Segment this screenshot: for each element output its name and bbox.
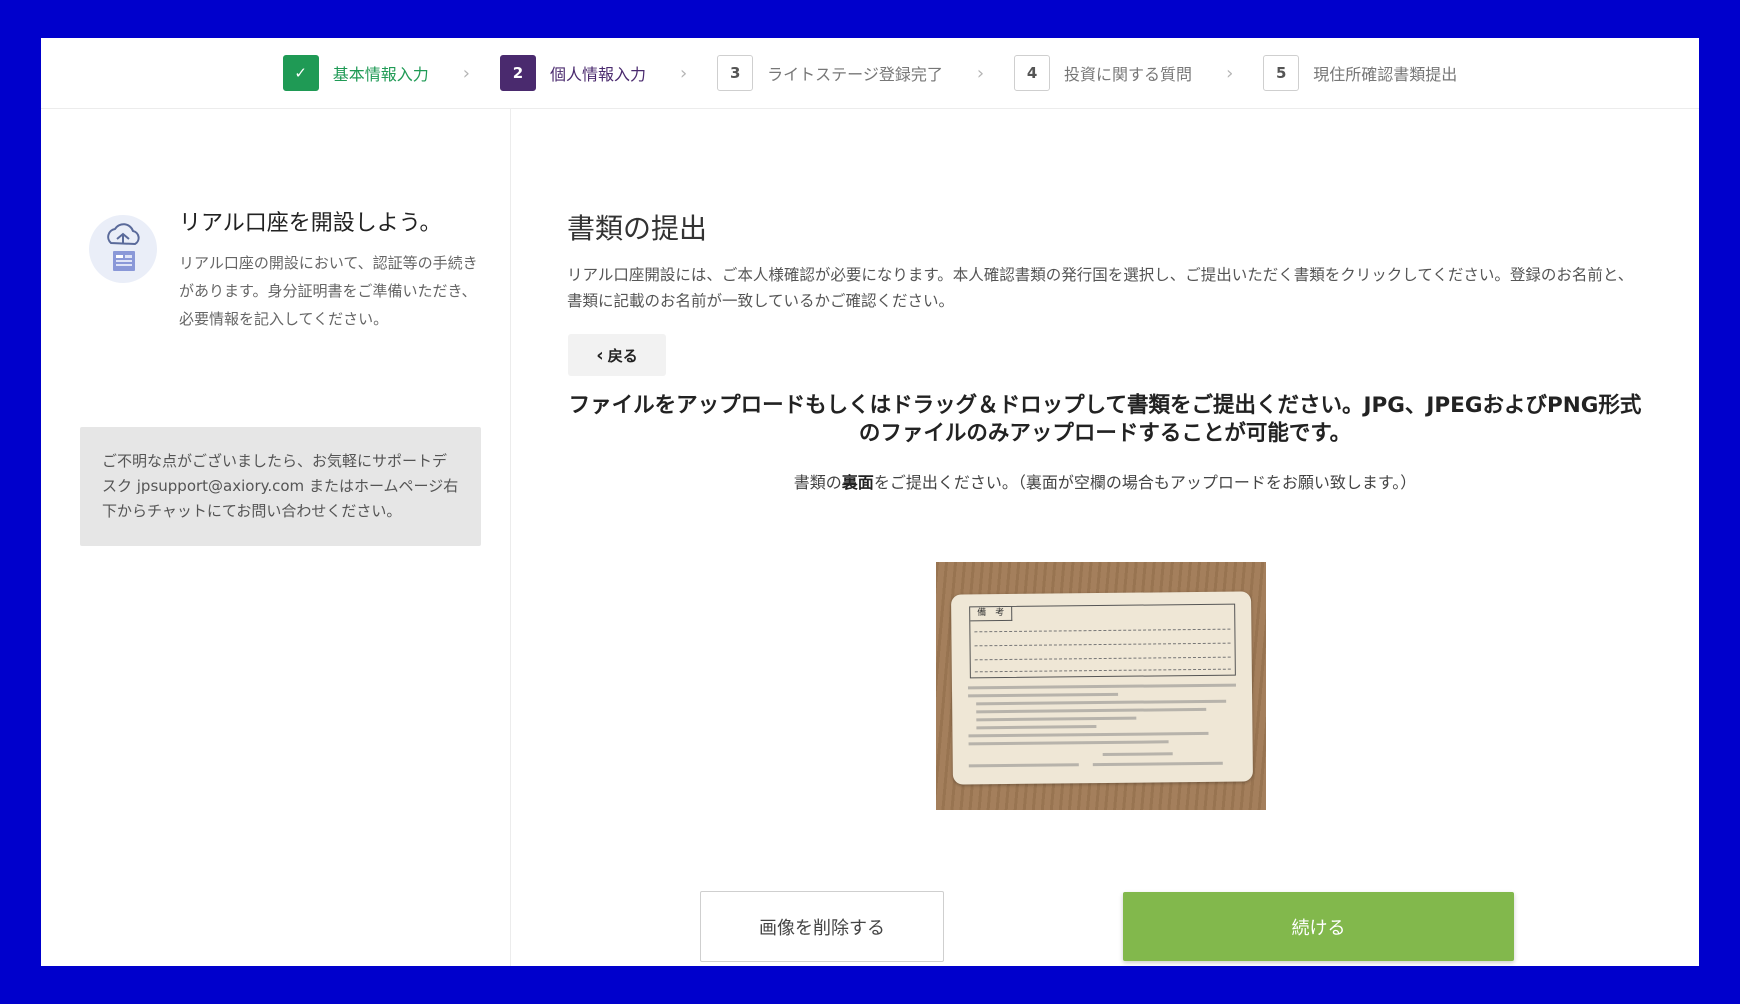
page-title: 書類の提出 — [567, 212, 708, 245]
registration-card: ✓ 基本情報入力 › 2 個人情報入力 › 3 ライトステージ登録完了 › 4 … — [41, 38, 1699, 966]
step-investment-questions: 4 投資に関する質問 — [1014, 55, 1192, 91]
page-description: リアル口座開設には、ご本人様確認が必要になります。本人確認書類の発行国を選択し、… — [567, 266, 1634, 310]
step-label: 個人情報入力 — [549, 65, 646, 84]
back-button[interactable]: ‹ 戻る — [568, 334, 666, 376]
step-label: ライトステージ登録完了 — [767, 65, 943, 84]
step-label: 投資に関する質問 — [1064, 65, 1193, 84]
step-address-document: 5 現住所確認書類提出 — [1263, 55, 1457, 91]
step-basic-info: ✓ 基本情報入力 — [282, 55, 429, 91]
upload-sub-suffix: をご提出ください。（裏面が空欄の場合もアップロードをお願い致します。） — [873, 473, 1417, 492]
upload-sub-prefix: 書類の — [793, 473, 842, 492]
delete-image-button[interactable]: 画像を削除する — [700, 891, 944, 962]
step-number: 4 — [1014, 55, 1051, 91]
back-label: 戻る — [607, 346, 638, 365]
support-notice: ご不明な点がございましたら、お気軽にサポートデスク jpsupport@axio… — [80, 427, 481, 546]
upload-instructions: ファイルをアップロードもしくはドラッグ＆ドロップして書類をご提出ください。JPG… — [568, 393, 1642, 446]
step-label: 基本情報入力 — [332, 65, 429, 84]
step-label: 現住所確認書類提出 — [1313, 65, 1458, 84]
main-content: 書類の提出 リアル口座開設には、ご本人様確認が必要になります。本人確認書類の発行… — [511, 109, 1699, 966]
license-back-image: 備 考 — [951, 591, 1253, 785]
step-number: 2 — [499, 55, 536, 91]
remarks-label: 備 考 — [970, 606, 1013, 622]
step-number: 5 — [1263, 55, 1300, 91]
chevron-right-icon: › — [1226, 62, 1234, 84]
step-number: 3 — [717, 55, 754, 91]
upload-subtext: 書類の裏面をご提出ください。（裏面が空欄の場合もアップロードをお願い致します。） — [567, 469, 1643, 493]
step-light-stage: 3 ライトステージ登録完了 — [717, 55, 943, 91]
sidebar: リアル口座を開設しよう。 リアル口座の開設において、認証等の手続きがあります。身… — [41, 109, 511, 966]
upload-sub-emphasis: 裏面 — [841, 473, 874, 492]
continue-button[interactable]: 続ける — [1123, 892, 1514, 961]
chevron-right-icon: › — [679, 62, 688, 84]
check-icon: ✓ — [282, 55, 319, 91]
chevron-right-icon: › — [462, 62, 470, 84]
step-personal-info: 2 個人情報入力 — [499, 55, 646, 91]
sidebar-description: リアル口座の開設において、認証等の手続きがあります。身分証明書をご準備いただき、… — [179, 254, 478, 328]
progress-stepper: ✓ 基本情報入力 › 2 個人情報入力 › 3 ライトステージ登録完了 › 4 … — [41, 38, 1699, 109]
sidebar-title: リアル口座を開設しよう。 — [179, 211, 442, 236]
cloud-document-icon — [89, 215, 157, 283]
remarks-box: 備 考 — [969, 603, 1236, 679]
chevron-left-icon: ‹ — [596, 344, 604, 366]
uploaded-image-preview[interactable]: 備 考 — [936, 562, 1266, 810]
chevron-right-icon: › — [976, 62, 985, 84]
